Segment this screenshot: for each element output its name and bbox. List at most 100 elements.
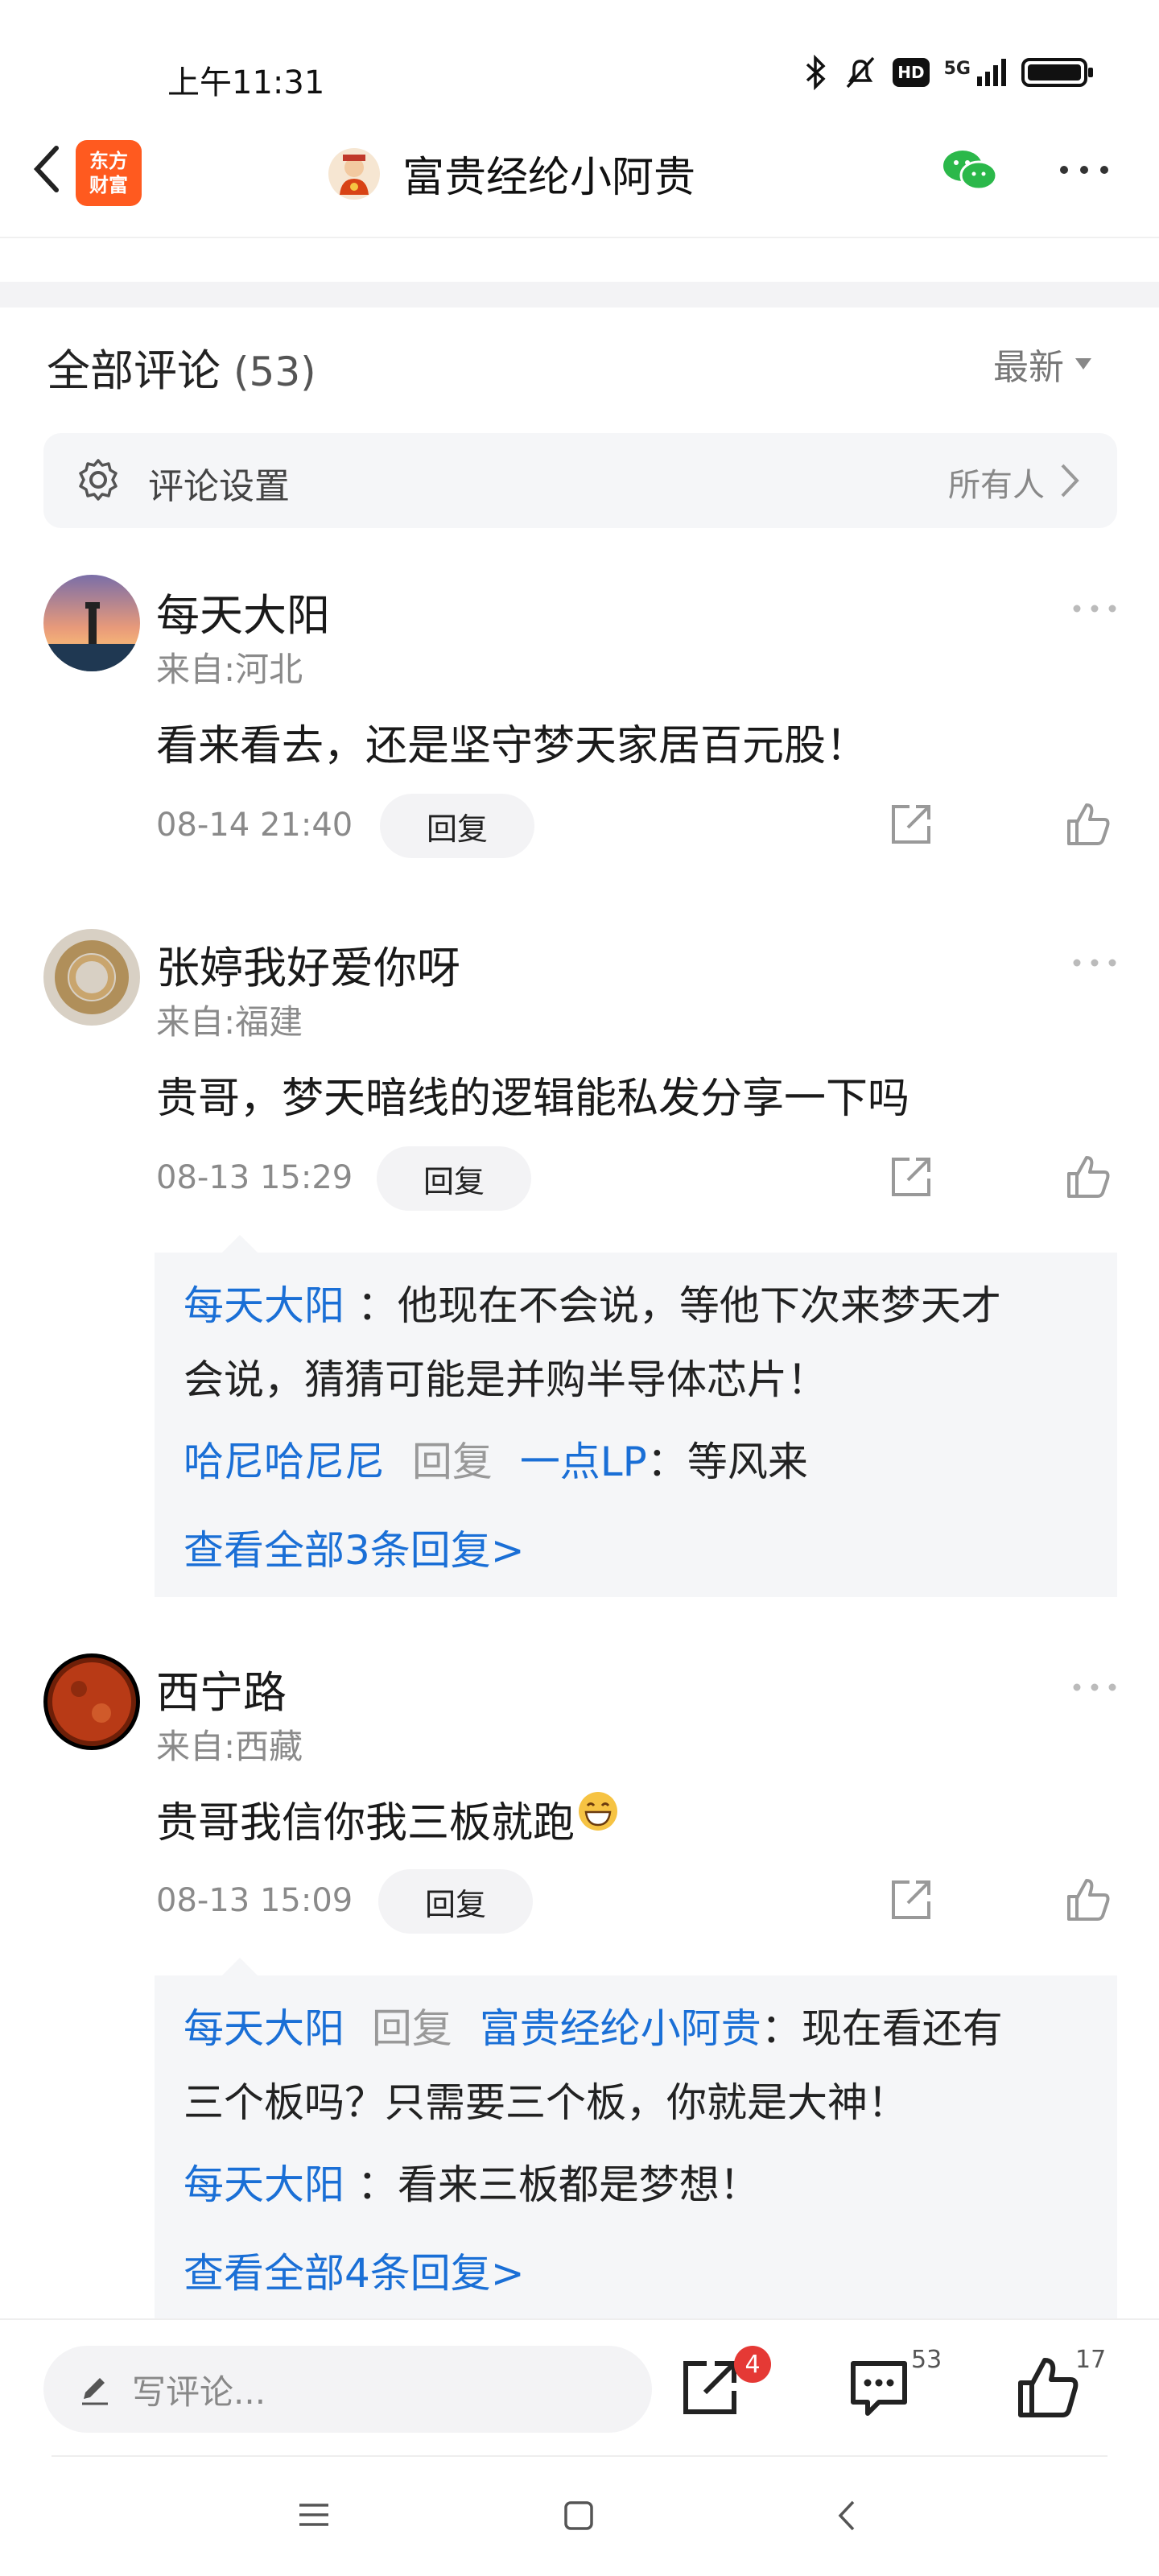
share-icon[interactable] xyxy=(889,802,934,847)
view-all-replies-link[interactable]: 查看全部4条回复> xyxy=(184,2241,525,2299)
home-icon[interactable] xyxy=(563,2500,594,2531)
chevron-right-icon xyxy=(1061,464,1079,497)
comments-count: (53) xyxy=(233,349,316,395)
logo-text-1: 东方 xyxy=(89,150,128,172)
reply-target[interactable]: 富贵经纶小阿贵 xyxy=(480,2005,761,2052)
share-badge: 4 xyxy=(734,2346,771,2383)
more-options-icon[interactable] xyxy=(1056,158,1112,182)
comments-title: 全部评论 xyxy=(47,345,221,396)
menu-icon[interactable] xyxy=(298,2502,330,2528)
hd-icon: HD xyxy=(893,58,930,87)
thumbs-up-icon[interactable] xyxy=(1066,1154,1111,1199)
reply-verb: 回复 xyxy=(371,2005,452,2052)
share-icon[interactable] xyxy=(889,1877,934,1922)
comment-time: 08-13 15:29 xyxy=(156,1159,353,1196)
comment-location: 来自:福建 xyxy=(156,1002,303,1042)
comments-heading: 全部评论 (53) xyxy=(47,335,316,398)
view-all-replies-link[interactable]: 查看全部3条回复> xyxy=(184,1518,525,1576)
reply-author[interactable]: 每天大阳 xyxy=(184,1282,344,1329)
comment-settings-row[interactable]: 评论设置 所有人 xyxy=(43,433,1117,528)
system-navigation xyxy=(0,2455,1159,2576)
author-avatar-icon xyxy=(328,147,380,200)
triangle-down-icon xyxy=(1075,358,1091,369)
thumbs-up-icon[interactable] xyxy=(1066,802,1111,847)
like-count: 17 xyxy=(1075,2346,1107,2374)
page-title: 富贵经纶小阿贵 xyxy=(402,154,696,202)
wechat-icon[interactable] xyxy=(940,147,1000,195)
replies-box: 每天大阳 回复 富贵经纶小阿贵：现在看还有 三个板吗？只需要三个板，你就是大神！… xyxy=(155,1958,1117,2318)
comment-time: 08-13 15:09 xyxy=(156,1882,353,1919)
thumbs-up-icon[interactable] xyxy=(1066,1877,1111,1922)
comment-text: 贵哥，梦天暗线的逻辑能私发分享一下吗 xyxy=(156,1075,910,1123)
reply-button[interactable]: 回复 xyxy=(378,1869,533,1934)
reply-author[interactable]: 每天大阳 xyxy=(184,2005,344,2052)
comment-username[interactable]: 张婷我好爱你呀 xyxy=(156,932,460,996)
user-avatar[interactable] xyxy=(43,575,140,671)
reply-text: ：看来三板都是梦想！ xyxy=(357,2161,760,2208)
reply-author[interactable]: 每天大阳 xyxy=(184,2161,344,2208)
pen-icon xyxy=(82,2378,108,2405)
reply-item[interactable]: 每天大阳 ：他现在不会说，等他下次来梦天才 xyxy=(184,1269,1088,1343)
grin-emoji-icon xyxy=(579,1791,618,1831)
comment-username[interactable]: 西宁路 xyxy=(156,1657,287,1720)
bottom-action-bar: 写评论... 4 53 17 xyxy=(0,2318,1159,2449)
sort-label: 最新 xyxy=(993,347,1064,388)
reply-text: ：等风来 xyxy=(646,1439,808,1485)
thumbs-up-icon xyxy=(1018,2358,1079,2417)
reply-button[interactable]: 回复 xyxy=(377,1146,531,1211)
mute-bell-icon xyxy=(846,56,875,89)
comment-text: 看来看去，还是坚守梦天家居百元股！ xyxy=(156,722,868,770)
nav-title[interactable]: 富贵经纶小阿贵 xyxy=(328,143,695,204)
logo-text-2: 财富 xyxy=(89,174,128,196)
comment-text-content: 贵哥我信你我三板就跑 xyxy=(156,1799,575,1847)
battery-icon xyxy=(1021,58,1093,87)
comment-location: 来自:河北 xyxy=(156,650,303,689)
section-divider xyxy=(0,282,1159,308)
reply-text: 会说，猜猜可能是并购半导体芯片！ xyxy=(184,1356,827,1403)
bluetooth-icon xyxy=(806,55,826,90)
write-comment-placeholder: 写评论... xyxy=(132,2372,266,2412)
comment-count: 53 xyxy=(911,2346,942,2374)
reply-item[interactable]: 哈尼哈尼尼 回复 一点LP：等风来 xyxy=(184,1425,1088,1499)
status-icons: HD 5G xyxy=(804,55,1095,90)
back-icon[interactable] xyxy=(834,2499,858,2533)
reply-item[interactable]: 每天大阳 ：看来三板都是梦想！ xyxy=(184,2148,1088,2222)
comment-time: 08-14 21:40 xyxy=(156,807,353,844)
replies-box: 每天大阳 ：他现在不会说，等他下次来梦天才 会说，猜猜可能是并购半导体芯片！ 哈… xyxy=(155,1235,1117,1597)
gear-icon xyxy=(79,459,118,501)
reply-button[interactable]: 回复 xyxy=(380,794,534,858)
write-comment-input[interactable]: 写评论... xyxy=(43,2346,652,2433)
reply-author[interactable]: 哈尼哈尼尼 xyxy=(184,1439,385,1485)
signal-icon: 5G xyxy=(944,59,1006,86)
reply-text: 三个板吗？只需要三个板，你就是大神！ xyxy=(184,2079,908,2126)
back-arrow-icon[interactable] xyxy=(23,137,71,201)
status-time: 上午11:31 xyxy=(167,64,325,101)
sort-dropdown[interactable]: 最新 xyxy=(993,338,1093,390)
user-avatar[interactable] xyxy=(43,1653,140,1750)
comment-location: 来自:西藏 xyxy=(156,1727,303,1766)
reply-verb: 回复 xyxy=(411,1439,493,1485)
user-avatar[interactable] xyxy=(43,929,140,1026)
reply-text: ：现在看还有 xyxy=(761,2005,1003,2052)
settings-label: 评论设置 xyxy=(148,466,290,507)
reply-text: ：他现在不会说，等他下次来梦天才 xyxy=(357,1282,1001,1329)
reply-item-continued: 会说，猜猜可能是并购半导体芯片！ xyxy=(184,1343,1088,1417)
comment-username[interactable]: 每天大阳 xyxy=(156,580,330,643)
reply-item[interactable]: 每天大阳 回复 富贵经纶小阿贵：现在看还有 xyxy=(184,1992,1088,2066)
comment-text: 贵哥我信你我三板就跑 xyxy=(156,1789,620,1849)
share-icon[interactable] xyxy=(889,1154,934,1199)
reply-target[interactable]: 一点LP xyxy=(520,1439,647,1485)
reply-item-continued: 三个板吗？只需要三个板，你就是大神！ xyxy=(184,2066,1088,2140)
app-logo[interactable]: 东方 财富 xyxy=(76,140,142,206)
header-divider xyxy=(0,237,1159,238)
comment-more-icon[interactable] xyxy=(1070,1679,1119,1695)
settings-value: 所有人 xyxy=(948,467,1045,504)
share-action[interactable]: 4 xyxy=(678,2346,771,2428)
comment-action[interactable]: 53 xyxy=(847,2346,943,2428)
comment-more-icon[interactable] xyxy=(1070,601,1119,617)
network-label: 5G xyxy=(943,59,971,79)
share-icon xyxy=(683,2361,736,2414)
comment-more-icon[interactable] xyxy=(1070,955,1119,971)
comment-bubble-icon xyxy=(851,2361,907,2416)
like-action[interactable]: 17 xyxy=(1016,2346,1112,2428)
